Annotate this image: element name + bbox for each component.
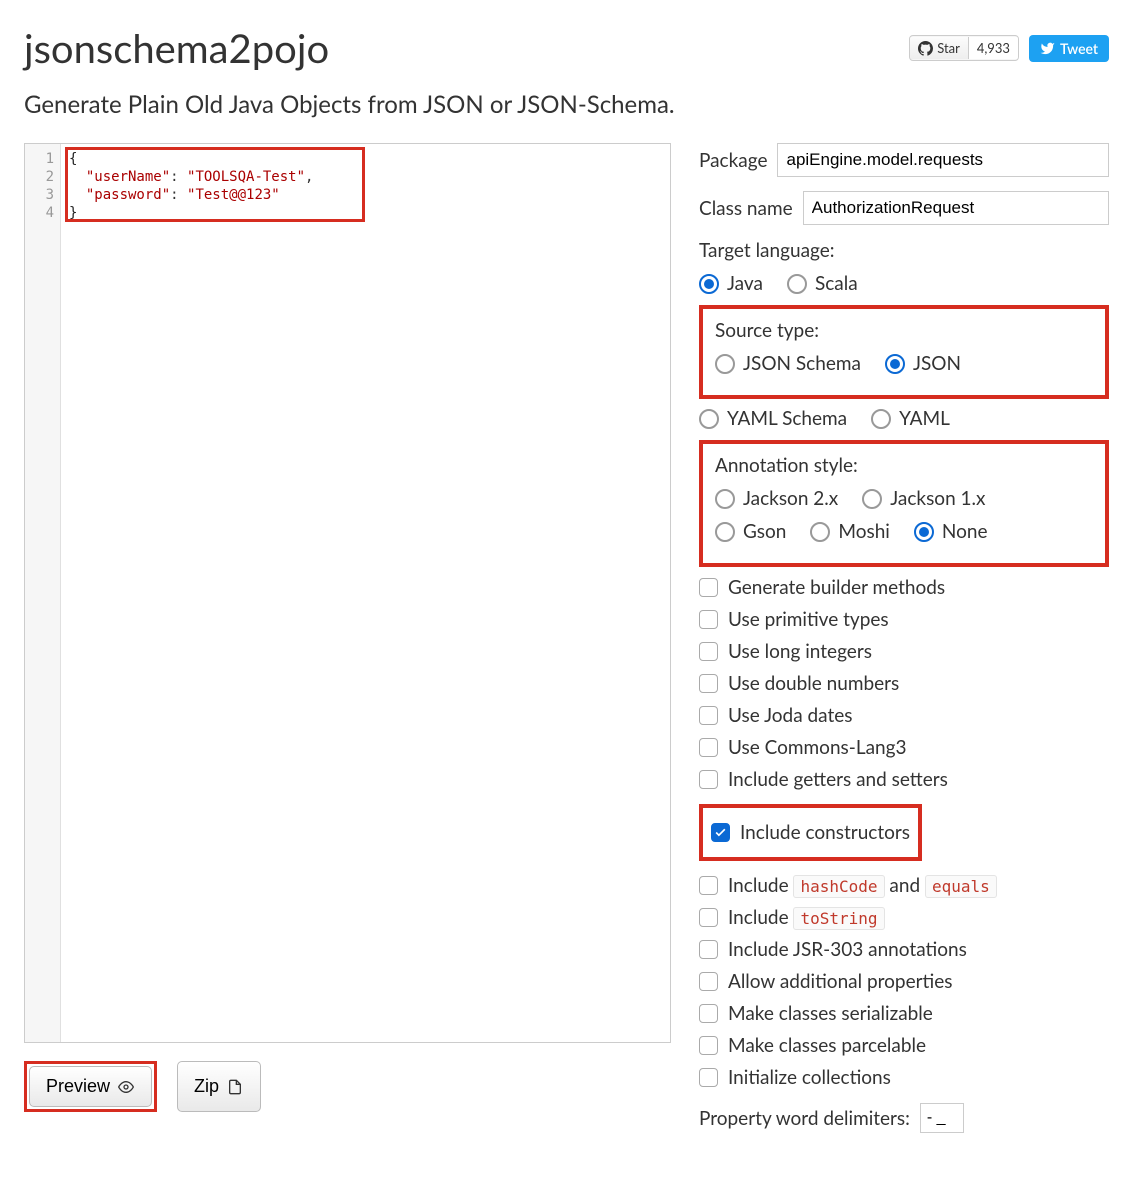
- radio-circle-icon: [914, 522, 934, 542]
- delimiters-input[interactable]: [920, 1103, 964, 1133]
- radio-target-language-java[interactable]: Java: [699, 272, 763, 295]
- delimiters-label: Property word delimiters:: [699, 1107, 910, 1130]
- check-label: Include JSR-303 annotations: [728, 938, 967, 961]
- radio-circle-icon: [885, 354, 905, 374]
- check-label: Initialize collections: [728, 1066, 891, 1089]
- twitter-icon: [1040, 41, 1055, 56]
- check-commons[interactable]: Use Commons-Lang3: [699, 736, 1109, 759]
- check-label: Use double numbers: [728, 672, 899, 695]
- radio-label: Java: [727, 272, 763, 295]
- radio-annotation-none[interactable]: None: [914, 520, 988, 543]
- json-editor[interactable]: 1 2 3 4 { "userName": "TOOLSQA-Test", "p…: [24, 143, 671, 1043]
- radio-circle-icon: [699, 274, 719, 294]
- check-parcel[interactable]: Make classes parcelable: [699, 1034, 1109, 1057]
- radio-circle-icon: [810, 522, 830, 542]
- radio-circle-icon: [715, 489, 735, 509]
- package-input[interactable]: [777, 143, 1109, 177]
- github-star-button[interactable]: Star 4,933: [909, 35, 1019, 61]
- radio-label: YAML: [899, 407, 950, 430]
- check-label: Use primitive types: [728, 608, 889, 631]
- check-longint[interactable]: Use long integers: [699, 640, 1109, 663]
- source-type-label: Source type:: [715, 319, 1093, 342]
- star-count: 4,933: [968, 37, 1018, 59]
- check-label: Allow additional properties: [728, 970, 953, 993]
- target-language-label: Target language:: [699, 239, 1109, 262]
- preview-button[interactable]: Preview: [29, 1066, 152, 1107]
- radio-circle-icon: [715, 354, 735, 374]
- page-title: jsonschema2pojo: [24, 24, 329, 72]
- file-icon: [226, 1079, 244, 1095]
- radio-label: Gson: [743, 520, 786, 543]
- star-label: Star: [937, 40, 960, 56]
- check-initcoll[interactable]: Initialize collections: [699, 1066, 1109, 1089]
- radio-circle-icon: [862, 489, 882, 509]
- class-name-input[interactable]: [803, 191, 1109, 225]
- radio-label: None: [942, 520, 988, 543]
- radio-label: Jackson 1.x: [890, 487, 985, 510]
- radio-label: Jackson 2.x: [743, 487, 838, 510]
- radio-label: Moshi: [838, 520, 890, 543]
- radio-source-type-yaml[interactable]: YAML: [871, 407, 950, 430]
- check-label: Make classes parcelable: [728, 1034, 926, 1057]
- tweet-label: Tweet: [1060, 40, 1098, 57]
- radio-label: JSON Schema: [743, 352, 861, 375]
- check-serial[interactable]: Make classes serializable: [699, 1002, 1109, 1025]
- check-label: Generate builder methods: [728, 576, 945, 599]
- radio-source-type-json[interactable]: JSON: [885, 352, 961, 375]
- github-icon: [918, 41, 933, 56]
- check-getset[interactable]: Include getters and setters: [699, 768, 1109, 791]
- check-include-constructors[interactable]: Include constructors: [711, 821, 910, 844]
- check-label: Make classes serializable: [728, 1002, 933, 1025]
- radio-circle-icon: [699, 409, 719, 429]
- radio-label: YAML Schema: [727, 407, 847, 430]
- check-include-tostring[interactable]: Include toString: [699, 906, 1109, 929]
- radio-circle-icon: [871, 409, 891, 429]
- class-name-label: Class name: [699, 197, 793, 220]
- radio-annotation-moshi[interactable]: Moshi: [810, 520, 890, 543]
- subtitle: Generate Plain Old Java Objects from JSO…: [24, 90, 1109, 119]
- check-jsr303[interactable]: Include JSR-303 annotations: [699, 938, 1109, 961]
- highlight-box-constructors: Include constructors: [699, 804, 922, 861]
- check-label: Include getters and setters: [728, 768, 948, 791]
- radio-circle-icon: [715, 522, 735, 542]
- eye-icon: [117, 1079, 135, 1095]
- radio-annotation-jackson-2-x[interactable]: Jackson 2.x: [715, 487, 838, 510]
- package-label: Package: [699, 149, 767, 172]
- radio-target-language-scala[interactable]: Scala: [787, 272, 858, 295]
- editor-content[interactable]: { "userName": "TOOLSQA-Test", "password"…: [61, 144, 670, 228]
- check-label: Use Commons-Lang3: [728, 736, 907, 759]
- annotation-style-label: Annotation style:: [715, 454, 1093, 477]
- check-label: Use long integers: [728, 640, 872, 663]
- radio-source-type-yaml-schema[interactable]: YAML Schema: [699, 407, 847, 430]
- check-primitive[interactable]: Use primitive types: [699, 608, 1109, 631]
- check-additional[interactable]: Allow additional properties: [699, 970, 1109, 993]
- editor-gutter: 1 2 3 4: [25, 144, 61, 1042]
- tweet-button[interactable]: Tweet: [1029, 35, 1109, 62]
- highlight-box-annotation: Annotation style: Jackson 2.x Jackson 1.x…: [699, 440, 1109, 567]
- radio-circle-icon: [787, 274, 807, 294]
- radio-annotation-gson[interactable]: Gson: [715, 520, 786, 543]
- check-builder[interactable]: Generate builder methods: [699, 576, 1109, 599]
- zip-button[interactable]: Zip: [177, 1061, 261, 1112]
- highlight-box-preview: Preview: [24, 1061, 157, 1112]
- radio-source-type-json-schema[interactable]: JSON Schema: [715, 352, 861, 375]
- radio-label: Scala: [815, 272, 858, 295]
- check-include-hashcode-equals[interactable]: Include hashCode and equals: [699, 874, 1109, 897]
- radio-annotation-jackson-1-x[interactable]: Jackson 1.x: [862, 487, 985, 510]
- highlight-box-source-type: Source type: JSON Schema JSON: [699, 305, 1109, 399]
- check-joda[interactable]: Use Joda dates: [699, 704, 1109, 727]
- radio-label: JSON: [913, 352, 961, 375]
- check-label: Use Joda dates: [728, 704, 852, 727]
- check-double[interactable]: Use double numbers: [699, 672, 1109, 695]
